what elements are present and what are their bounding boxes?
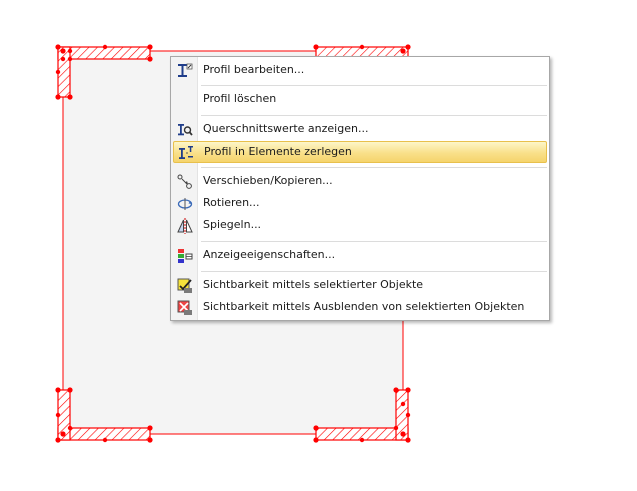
menu-separator	[201, 241, 547, 242]
menu-item-label: Profil löschen	[203, 92, 277, 105]
menu-item-label: Sichtbarkeit mittels Ausblenden von sele…	[203, 300, 525, 313]
visibility-hide-selected-icon	[176, 299, 194, 317]
menu-item-label: Querschnittswerte anzeigen...	[203, 122, 369, 135]
rotate-icon	[176, 195, 194, 213]
menu-item-rotate[interactable]: Rotieren...	[173, 193, 547, 215]
context-menu: Profil bearbeiten... Profil löschen Quer…	[170, 56, 550, 321]
menu-item-decompose-profile[interactable]: Profil in Elemente zerlegen	[173, 141, 547, 163]
menu-item-section-values[interactable]: Querschnittswerte anzeigen...	[173, 119, 547, 141]
section-values-icon	[176, 121, 194, 139]
menu-item-label: Anzeigeeigenschaften...	[203, 248, 336, 261]
menu-item-label: Profil bearbeiten...	[203, 63, 305, 76]
menu-item-display-properties[interactable]: Anzeigeeigenschaften...	[173, 245, 547, 267]
decompose-profile-icon	[177, 144, 195, 162]
menu-item-delete-profile[interactable]: Profil löschen	[173, 89, 547, 111]
menu-separator	[201, 271, 547, 272]
menu-item-label: Spiegeln...	[203, 218, 262, 231]
menu-separator	[201, 85, 547, 86]
menu-separator	[201, 115, 547, 116]
menu-item-visibility-hide-selected[interactable]: Sichtbarkeit mittels Ausblenden von sele…	[173, 297, 547, 319]
menu-item-mirror[interactable]: Spiegeln...	[173, 215, 547, 237]
move-copy-icon	[176, 173, 194, 191]
menu-item-label: Verschieben/Kopieren...	[203, 174, 333, 187]
mirror-icon	[176, 217, 194, 235]
menu-item-visibility-selected[interactable]: Sichtbarkeit mittels selektierter Objekt…	[173, 275, 547, 297]
display-properties-icon	[176, 247, 194, 265]
menu-separator	[201, 167, 547, 168]
menu-item-move-copy[interactable]: Verschieben/Kopieren...	[173, 171, 547, 193]
menu-item-label: Sichtbarkeit mittels selektierter Objekt…	[203, 278, 424, 291]
menu-item-label: Profil in Elemente zerlegen	[204, 145, 352, 158]
menu-item-edit-profile[interactable]: Profil bearbeiten...	[173, 60, 547, 82]
profile-edit-icon	[176, 62, 194, 80]
menu-item-label: Rotieren...	[203, 196, 260, 209]
visibility-selected-icon	[176, 277, 194, 295]
